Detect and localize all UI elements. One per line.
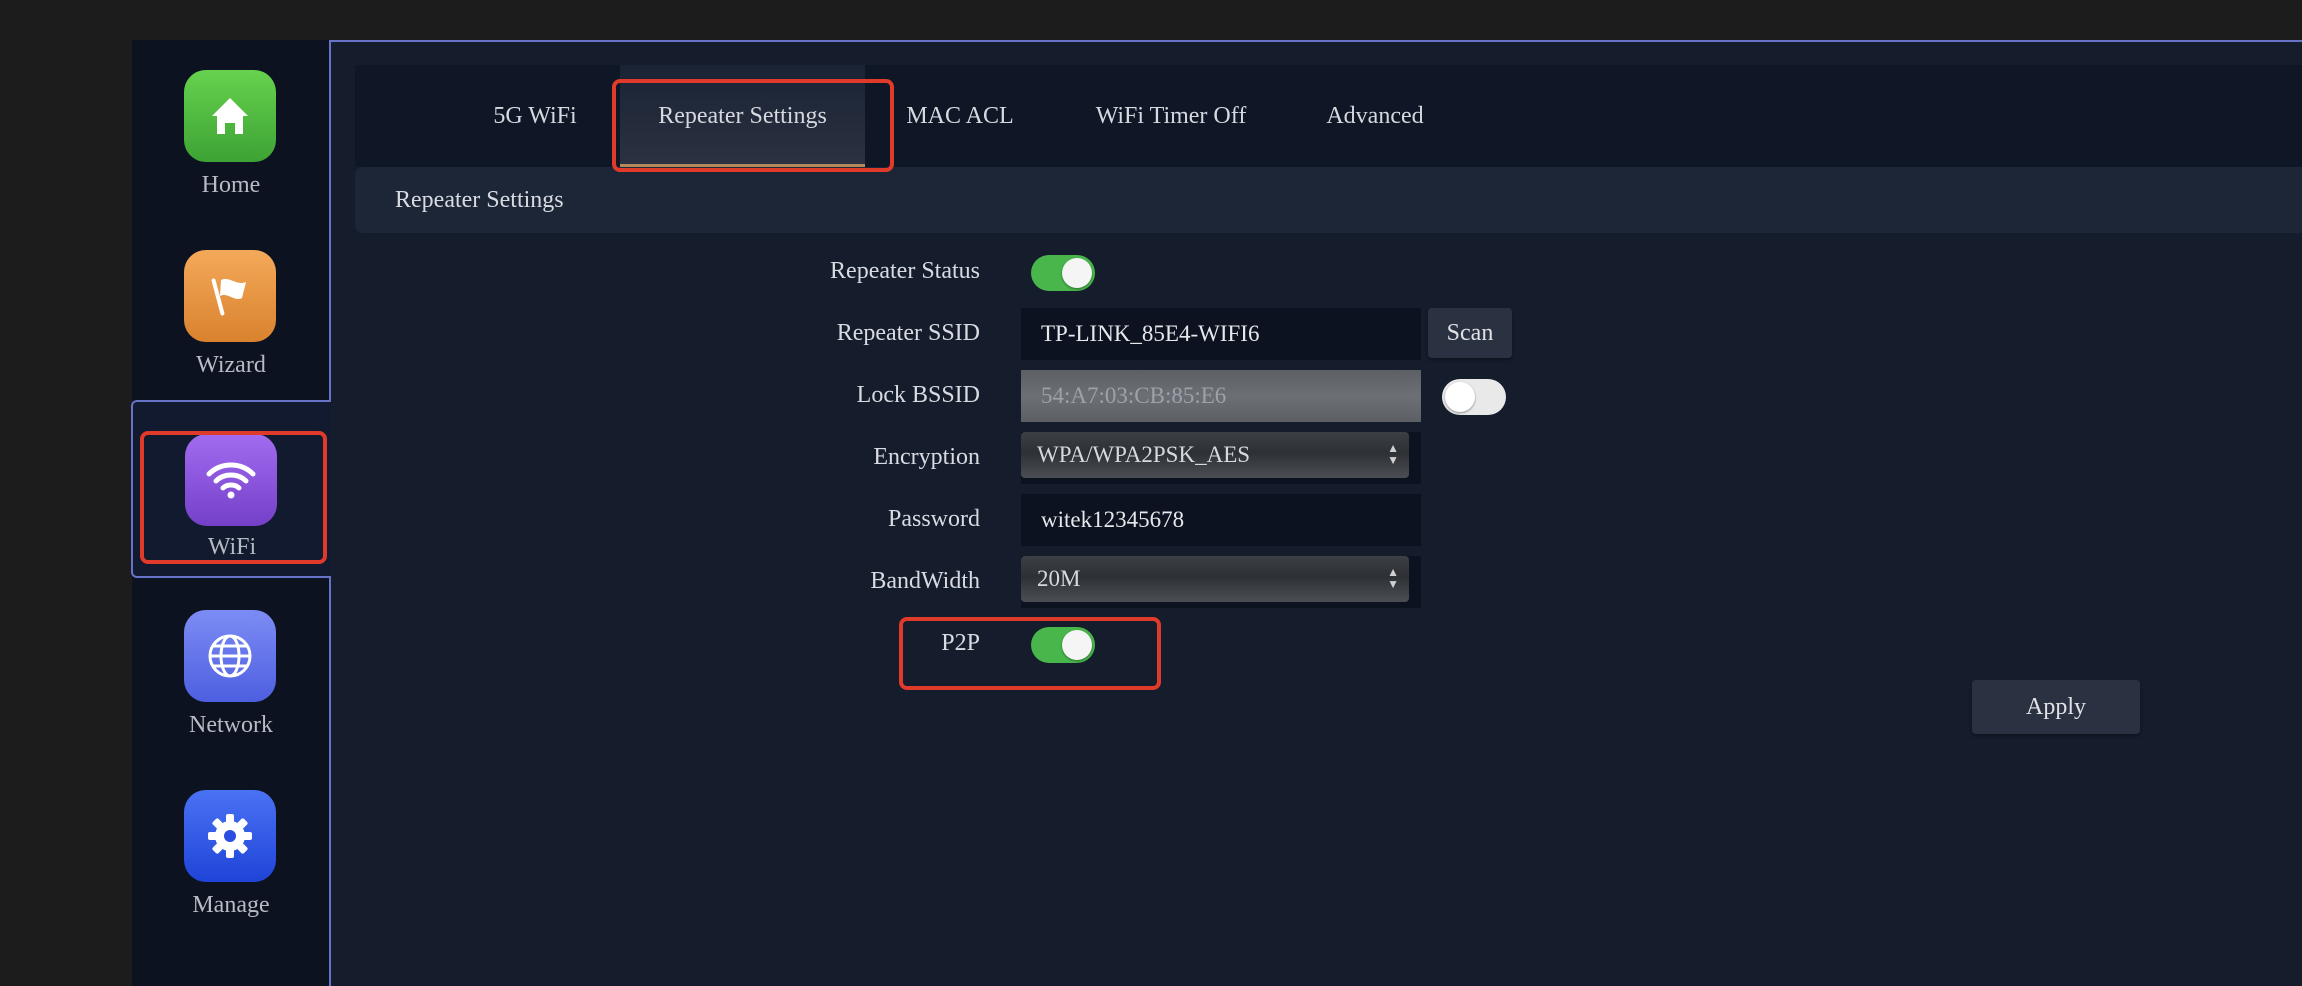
tab-wifi-timer-off[interactable]: WiFi Timer Off	[1085, 65, 1257, 167]
toggle-knob	[1445, 382, 1475, 412]
globe-icon	[184, 610, 276, 702]
encryption-label: Encryption	[873, 444, 980, 470]
select-arrows-icon: ▲ ▼	[1387, 565, 1399, 591]
p2p-toggle[interactable]	[1031, 627, 1095, 663]
sidebar-item-label: WiFi	[207, 534, 257, 560]
sidebar-item-manage[interactable]: Manage	[132, 790, 330, 960]
gear-icon	[184, 790, 276, 882]
sidebar-item-network[interactable]: Network	[132, 610, 330, 780]
section-title: Repeater Settings	[355, 167, 2302, 233]
sidebar-item-label: Wizard	[196, 352, 266, 378]
repeater-ssid-input[interactable]	[1021, 308, 1421, 360]
sidebar-item-label: Home	[201, 172, 261, 198]
select-arrows-icon: ▲ ▼	[1387, 441, 1399, 467]
sidebar-item-home[interactable]: Home	[132, 70, 330, 240]
bandwidth-value: 20M	[1037, 566, 1081, 591]
lock-bssid-input[interactable]	[1021, 370, 1421, 422]
top-divider	[329, 40, 2302, 42]
apply-button[interactable]: Apply	[1972, 680, 2140, 734]
repeater-status-label: Repeater Status	[830, 258, 980, 284]
bandwidth-select[interactable]: 20M ▲ ▼	[1021, 556, 1421, 608]
lock-bssid-toggle[interactable]	[1442, 379, 1506, 415]
tab-mac-acl[interactable]: MAC ACL	[890, 65, 1030, 167]
sidebar-item-wifi[interactable]: WiFi	[131, 400, 331, 578]
bandwidth-label: BandWidth	[870, 568, 980, 594]
tab-advanced[interactable]: Advanced	[1310, 65, 1440, 167]
select-body: WPA/WPA2PSK_AES ▲ ▼	[1021, 432, 1409, 478]
encryption-select[interactable]: WPA/WPA2PSK_AES ▲ ▼	[1021, 432, 1421, 484]
lock-bssid-label: Lock BSSID	[856, 382, 980, 408]
password-label: Password	[887, 506, 980, 532]
wifi-icon	[185, 434, 277, 526]
password-input[interactable]	[1021, 494, 1421, 546]
select-body: 20M ▲ ▼	[1021, 556, 1409, 602]
sidebar-item-label: Network	[189, 712, 273, 738]
toggle-knob	[1062, 258, 1092, 288]
tab-5g-wifi[interactable]: 5G WiFi	[470, 65, 600, 167]
flag-icon	[184, 250, 276, 342]
sidebar-item-wizard[interactable]: Wizard	[132, 250, 330, 420]
repeater-status-toggle[interactable]	[1031, 255, 1095, 291]
toggle-knob	[1062, 630, 1092, 660]
home-icon	[184, 70, 276, 162]
p2p-label: P2P	[941, 630, 980, 656]
sidebar-item-label: Manage	[192, 892, 270, 918]
tab-repeater-settings[interactable]: Repeater Settings	[620, 65, 865, 167]
encryption-value: WPA/WPA2PSK_AES	[1037, 442, 1251, 467]
repeater-ssid-label: Repeater SSID	[836, 320, 980, 346]
scan-button[interactable]: Scan	[1428, 308, 1512, 358]
